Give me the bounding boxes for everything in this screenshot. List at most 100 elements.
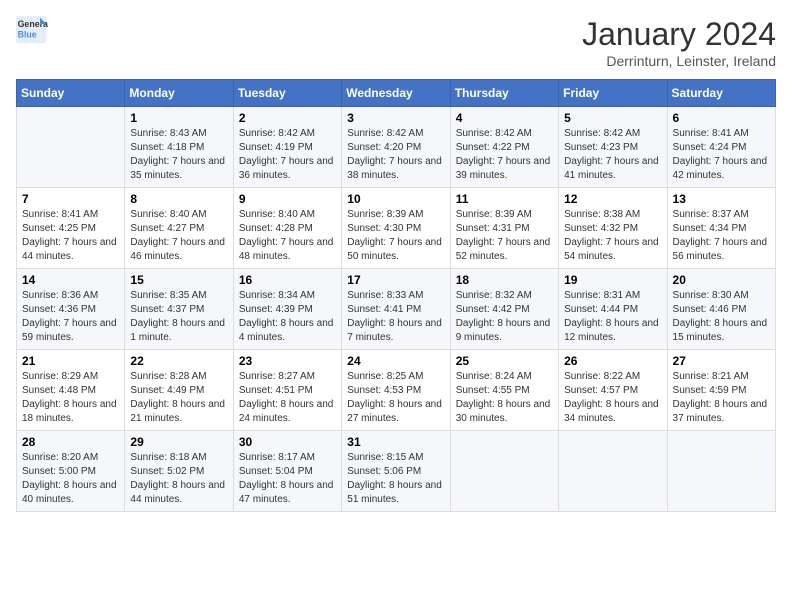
logo: General Blue [16, 16, 48, 44]
day-number: 25 [456, 354, 553, 368]
day-info: Sunrise: 8:27 AMSunset: 4:51 PMDaylight:… [239, 370, 336, 426]
day-info: Sunrise: 8:18 AMSunset: 5:02 PMDaylight:… [130, 451, 227, 507]
day-info: Sunrise: 8:33 AMSunset: 4:41 PMDaylight:… [347, 289, 444, 345]
calendar-cell: 26 Sunrise: 8:22 AMSunset: 4:57 PMDayligh… [559, 350, 667, 431]
day-number: 5 [564, 111, 661, 125]
day-info: Sunrise: 8:38 AMSunset: 4:32 PMDaylight:… [564, 208, 661, 264]
calendar-header-row: SundayMondayTuesdayWednesdayThursdayFrid… [17, 80, 776, 107]
calendar-cell: 16Sunrise: 8:34 AMSunset: 4:39 PMDayligh… [233, 269, 341, 350]
day-info: Sunrise: 8:37 AMSunset: 4:34 PMDaylight:… [673, 208, 770, 264]
day-info: Sunrise: 8:40 AMSunset: 4:27 PMDaylight:… [130, 208, 227, 264]
day-info: Sunrise: 8:17 AMSunset: 5:04 PMDaylight:… [239, 451, 336, 507]
logo-icon: General Blue [16, 16, 48, 44]
calendar-cell: 2Sunrise: 8:42 AMSunset: 4:19 PMDaylight… [233, 107, 341, 188]
day-number: 13 [673, 192, 770, 206]
day-number: 21 [22, 354, 119, 368]
day-number: 29 [130, 435, 227, 449]
day-number: 15 [130, 273, 227, 287]
day-info: Sunrise: 8:29 AMSunset: 4:48 PMDaylight:… [22, 370, 119, 426]
calendar-cell: 9Sunrise: 8:40 AMSunset: 4:28 PMDaylight… [233, 188, 341, 269]
calendar-cell: 22 Sunrise: 8:28 AMSunset: 4:49 PMDayligh… [125, 350, 233, 431]
day-number: 24 [347, 354, 444, 368]
day-number: 10 [347, 192, 444, 206]
calendar-week-row: 1 Sunrise: 8:43 AMSunset: 4:18 PMDaylight… [17, 107, 776, 188]
day-number: 18 [456, 273, 553, 287]
calendar-cell: 19 Sunrise: 8:31 AMSunset: 4:44 PMDayligh… [559, 269, 667, 350]
calendar-cell: 31 Sunrise: 8:15 AMSunset: 5:06 PMDayligh… [342, 431, 450, 512]
calendar-cell: 6 Sunrise: 8:41 AMSunset: 4:24 PMDaylight… [667, 107, 775, 188]
calendar-cell: 17 Sunrise: 8:33 AMSunset: 4:41 PMDayligh… [342, 269, 450, 350]
day-info: Sunrise: 8:28 AMSunset: 4:49 PMDaylight:… [130, 370, 227, 426]
day-info: Sunrise: 8:31 AMSunset: 4:44 PMDaylight:… [564, 289, 661, 345]
calendar-cell: 29 Sunrise: 8:18 AMSunset: 5:02 PMDayligh… [125, 431, 233, 512]
day-info: Sunrise: 8:15 AMSunset: 5:06 PMDaylight:… [347, 451, 444, 507]
day-number: 30 [239, 435, 336, 449]
day-info: Sunrise: 8:39 AMSunset: 4:30 PMDaylight:… [347, 208, 444, 264]
day-info: Sunrise: 8:22 AMSunset: 4:57 PMDaylight:… [564, 370, 661, 426]
calendar-cell [17, 107, 125, 188]
day-number: 12 [564, 192, 661, 206]
day-number: 31 [347, 435, 444, 449]
calendar-cell: 27Sunrise: 8:21 AMSunset: 4:59 PMDayligh… [667, 350, 775, 431]
calendar-cell: 15Sunrise: 8:35 AMSunset: 4:37 PMDayligh… [125, 269, 233, 350]
day-info: Sunrise: 8:39 AMSunset: 4:31 PMDaylight:… [456, 208, 553, 264]
calendar-cell: 12 Sunrise: 8:38 AMSunset: 4:32 PMDayligh… [559, 188, 667, 269]
day-info: Sunrise: 8:30 AMSunset: 4:46 PMDaylight:… [673, 289, 770, 345]
svg-text:General: General [18, 19, 48, 29]
col-header-monday: Monday [125, 80, 233, 107]
day-number: 23 [239, 354, 336, 368]
calendar-cell: 1 Sunrise: 8:43 AMSunset: 4:18 PMDaylight… [125, 107, 233, 188]
calendar-week-row: 14 Sunrise: 8:36 AMSunset: 4:36 PMDayligh… [17, 269, 776, 350]
calendar-cell: 18 Sunrise: 8:32 AMSunset: 4:42 PMDayligh… [450, 269, 558, 350]
day-info: Sunrise: 8:21 AMSunset: 4:59 PMDaylight:… [673, 370, 770, 426]
month-year-title: January 2024 [582, 16, 776, 53]
title-block: January 2024 Derrinturn, Leinster, Irela… [582, 16, 776, 69]
day-number: 20 [673, 273, 770, 287]
day-number: 28 [22, 435, 119, 449]
calendar-cell: 25Sunrise: 8:24 AMSunset: 4:55 PMDayligh… [450, 350, 558, 431]
calendar-cell: 4 Sunrise: 8:42 AMSunset: 4:22 PMDaylight… [450, 107, 558, 188]
day-number: 3 [347, 111, 444, 125]
day-info: Sunrise: 8:42 AMSunset: 4:22 PMDaylight:… [456, 127, 553, 183]
col-header-thursday: Thursday [450, 80, 558, 107]
day-info: Sunrise: 8:41 AMSunset: 4:24 PMDaylight:… [673, 127, 770, 183]
page-header: General Blue January 2024 Derrinturn, Le… [16, 16, 776, 69]
day-number: 14 [22, 273, 119, 287]
location-subtitle: Derrinturn, Leinster, Ireland [582, 53, 776, 69]
calendar-cell: 5 Sunrise: 8:42 AMSunset: 4:23 PMDaylight… [559, 107, 667, 188]
day-number: 17 [347, 273, 444, 287]
calendar-cell: 10 Sunrise: 8:39 AMSunset: 4:30 PMDayligh… [342, 188, 450, 269]
col-header-wednesday: Wednesday [342, 80, 450, 107]
svg-text:Blue: Blue [18, 30, 37, 40]
day-number: 2 [239, 111, 336, 125]
calendar-cell [667, 431, 775, 512]
day-info: Sunrise: 8:36 AMSunset: 4:36 PMDaylight:… [22, 289, 119, 345]
calendar-week-row: 7Sunrise: 8:41 AMSunset: 4:25 PMDaylight… [17, 188, 776, 269]
calendar-week-row: 28 Sunrise: 8:20 AMSunset: 5:00 PMDayligh… [17, 431, 776, 512]
day-number: 8 [130, 192, 227, 206]
day-number: 4 [456, 111, 553, 125]
calendar-cell [559, 431, 667, 512]
col-header-sunday: Sunday [17, 80, 125, 107]
calendar-week-row: 21 Sunrise: 8:29 AMSunset: 4:48 PMDayligh… [17, 350, 776, 431]
day-info: Sunrise: 8:42 AMSunset: 4:23 PMDaylight:… [564, 127, 661, 183]
day-info: Sunrise: 8:32 AMSunset: 4:42 PMDaylight:… [456, 289, 553, 345]
day-info: Sunrise: 8:25 AMSunset: 4:53 PMDaylight:… [347, 370, 444, 426]
calendar-cell: 24 Sunrise: 8:25 AMSunset: 4:53 PMDayligh… [342, 350, 450, 431]
day-number: 19 [564, 273, 661, 287]
calendar-cell: 23 Sunrise: 8:27 AMSunset: 4:51 PMDayligh… [233, 350, 341, 431]
calendar-cell: 13 Sunrise: 8:37 AMSunset: 4:34 PMDayligh… [667, 188, 775, 269]
day-info: Sunrise: 8:20 AMSunset: 5:00 PMDaylight:… [22, 451, 119, 507]
calendar-cell [450, 431, 558, 512]
day-number: 6 [673, 111, 770, 125]
day-number: 16 [239, 273, 336, 287]
day-info: Sunrise: 8:43 AMSunset: 4:18 PMDaylight:… [130, 127, 227, 183]
day-number: 22 [130, 354, 227, 368]
day-number: 26 [564, 354, 661, 368]
day-info: Sunrise: 8:40 AMSunset: 4:28 PMDaylight:… [239, 208, 336, 264]
calendar-cell: 7Sunrise: 8:41 AMSunset: 4:25 PMDaylight… [17, 188, 125, 269]
calendar-cell: 30 Sunrise: 8:17 AMSunset: 5:04 PMDayligh… [233, 431, 341, 512]
day-info: Sunrise: 8:41 AMSunset: 4:25 PMDaylight:… [22, 208, 119, 264]
day-number: 1 [130, 111, 227, 125]
calendar-cell: 20 Sunrise: 8:30 AMSunset: 4:46 PMDayligh… [667, 269, 775, 350]
